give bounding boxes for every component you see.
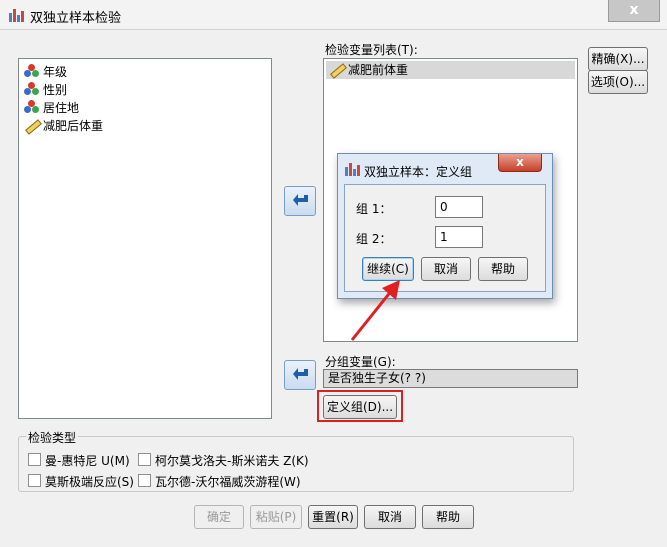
mann-whitney-checkbox[interactable]	[28, 453, 41, 466]
nominal-icon	[24, 100, 40, 114]
paste-button[interactable]: 粘贴(P)	[250, 505, 302, 529]
define-groups-title: 双独立样本：定义组	[364, 165, 473, 179]
kolmogorov-smirnov-label: 柯尔莫戈洛夫-斯米诺夫 Z(K)	[155, 454, 309, 468]
define-groups-button[interactable]: 定义组(D)...	[323, 395, 397, 419]
define-groups-body: 组 1： 0 组 2： 1 继续(C) 取消 帮助	[344, 184, 546, 292]
wald-wolfowitz-checkbox[interactable]	[138, 474, 151, 487]
arrow-left-icon	[293, 194, 308, 206]
group2-input[interactable]: 1	[435, 226, 483, 248]
group2-label: 组 2：	[356, 232, 392, 246]
red-pointer-arrow	[350, 280, 400, 341]
ok-button[interactable]: 确定	[194, 505, 244, 529]
list-item[interactable]: 居住地	[24, 99, 79, 117]
moses-label: 莫斯极端反应(S)	[45, 475, 134, 489]
define-groups-cancel-button[interactable]: 取消	[421, 257, 471, 281]
spss-app-icon	[344, 161, 360, 177]
scale-icon	[24, 118, 42, 135]
move-to-grouping-button[interactable]	[284, 360, 316, 390]
nominal-icon	[24, 64, 40, 78]
options-button[interactable]: 选项(O)...	[588, 70, 648, 94]
kolmogorov-smirnov-checkbox[interactable]	[138, 453, 151, 466]
test-type-label: 检验类型	[26, 429, 79, 446]
define-groups-help-button[interactable]: 帮助	[478, 257, 528, 281]
list-item-label: 减肥前体重	[348, 63, 409, 77]
dialog-body: 年级 性别 居住地 减肥后体重 检验变量列表(T): 减肥前体重 精确(X)..…	[0, 30, 667, 547]
list-item[interactable]: 减肥后体重	[24, 117, 103, 135]
list-item[interactable]: 年级	[24, 63, 67, 81]
spss-app-icon	[8, 7, 24, 23]
wald-wolfowitz-label: 瓦尔德-沃尔福威茨游程(W)	[155, 475, 301, 489]
window-title: 双独立样本检验	[30, 11, 122, 26]
group1-label: 组 1：	[356, 202, 392, 216]
list-item-label: 减肥后体重	[43, 119, 104, 133]
exact-button[interactable]: 精确(X)...	[588, 47, 648, 71]
list-item[interactable]: 减肥前体重	[326, 61, 575, 79]
grouping-variable-field[interactable]: 是否独生子女(? ?)	[323, 369, 578, 388]
close-icon: x	[516, 155, 524, 169]
help-button[interactable]: 帮助	[422, 505, 474, 529]
group1-input[interactable]: 0	[435, 196, 483, 218]
list-item[interactable]: 性别	[24, 81, 67, 99]
arrow-left-icon	[293, 368, 308, 380]
cancel-button[interactable]: 取消	[364, 505, 416, 529]
move-to-test-list-button[interactable]	[284, 186, 316, 216]
define-groups-close-button[interactable]: x	[498, 154, 542, 172]
source-variable-list[interactable]: 年级 性别 居住地 减肥后体重	[18, 58, 272, 419]
list-item-label: 居住地	[43, 101, 80, 115]
close-icon: x	[629, 2, 639, 18]
close-button[interactable]: x	[608, 0, 660, 22]
grouping-variable-label: 分组变量(G):	[325, 355, 396, 369]
title-bar: 双独立样本检验 x	[0, 0, 667, 30]
list-item-label: 性别	[43, 83, 68, 97]
moses-checkbox[interactable]	[28, 474, 41, 487]
test-variable-list-label: 检验变量列表(T):	[325, 43, 418, 57]
list-item-label: 年级	[43, 65, 68, 79]
mann-whitney-label: 曼-惠特尼 U(M)	[45, 454, 130, 468]
reset-button[interactable]: 重置(R)	[308, 505, 358, 529]
nominal-icon	[24, 82, 40, 96]
scale-icon	[329, 62, 347, 79]
